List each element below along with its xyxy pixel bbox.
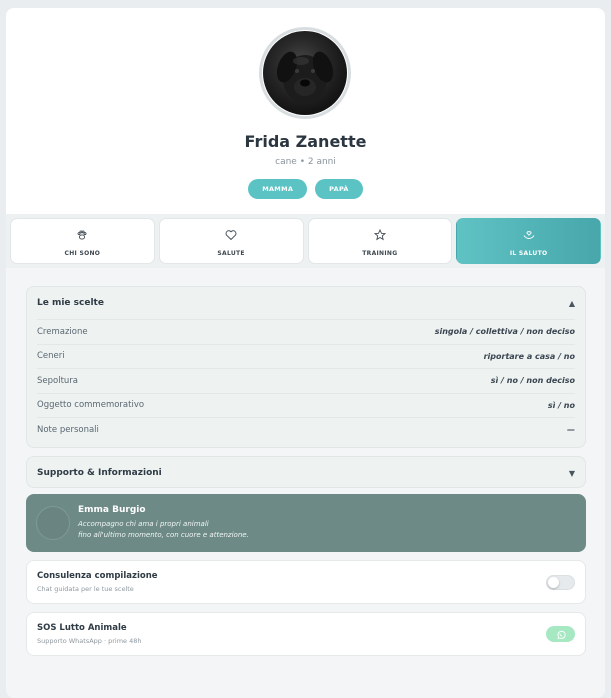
section-title: Le mie scelte [37,298,104,308]
choices-list: Cremazione singola / collettiva / non de… [27,319,585,442]
tab-training[interactable]: TRAINING [307,218,453,264]
consulting-title: Consulenza compilazione [37,571,158,581]
choice-row-cremazione[interactable]: Cremazione singola / collettiva / non de… [37,319,575,344]
consulting-text: Consulenza compilazione Chat guidata per… [37,571,158,593]
tab-label: TRAINING [362,249,398,257]
pet-name: Frida Zanette [244,132,367,151]
tab-label: SALUTE [217,249,245,257]
tab-label: CHI SONO [64,249,101,257]
operator-desc-line2: fino all'ultimo momento, con cuore e att… [78,531,249,539]
row-value: singola / collettiva / non deciso [434,327,575,337]
operator-name: Emma Burgio [78,505,146,515]
sos-card: SOS Lutto Animale Supporto WhatsApp · pr… [26,612,586,656]
tab-il-saluto[interactable]: IL SALUTO [456,218,601,264]
section-title: Supporto & Informazioni [37,468,162,478]
choice-row-note[interactable]: Note personali — [37,417,575,442]
pet-subtitle: cane • 2 anni [275,157,336,167]
choice-row-sepoltura[interactable]: Sepoltura sì / no / non deciso [37,368,575,393]
sos-text: SOS Lutto Animale Supporto WhatsApp · pr… [37,623,142,645]
choice-row-oggetto[interactable]: Oggetto commemorativo sì / no [37,392,575,418]
expand-caret-icon[interactable]: ▼ [569,469,575,478]
choices-section: Le mie scelte ▲ Cremazione singola / col… [26,286,586,448]
operator-desc-line1: Accompagno chi ama i propri animali [78,520,209,528]
row-value: riportare a casa / no [483,351,575,361]
tab-bar: CHI SONO SALUTE TRAINING IL SALUTO [6,214,605,268]
collapse-caret-icon[interactable]: ▲ [569,299,575,308]
star-icon [373,226,386,245]
sos-subtitle: Supporto WhatsApp · prime 48h [37,637,142,645]
whatsapp-icon [556,625,566,644]
row-label: Oggetto commemorativo [37,400,145,411]
hands-heart-icon [523,226,535,245]
operator-avatar [36,506,70,540]
tab-salute[interactable]: SALUTE [158,218,304,264]
choice-row-ceneri[interactable]: Ceneri riportare a casa / no [37,343,575,369]
row-value: — [567,425,575,435]
consulting-toggle[interactable] [546,574,575,590]
paw-icon [76,226,88,245]
whatsapp-button[interactable] [546,626,575,642]
choices-header[interactable]: Le mie scelte ▲ [27,287,585,319]
row-label: Cremazione [37,326,88,337]
row-label: Note personali [37,424,99,435]
support-header[interactable]: Supporto & Informazioni ▼ [27,457,585,489]
row-label: Ceneri [37,351,65,362]
row-value: sì / no / non deciso [490,376,575,386]
page: Frida Zanette cane • 2 anni MAMMA PAPÀ C… [6,8,605,698]
tab-label: IL SALUTO [509,249,548,257]
pet-avatar[interactable] [259,27,351,119]
tab-chi-sono[interactable]: CHI SONO [10,218,155,264]
row-label: Sepoltura [37,375,79,386]
operator-info: Emma Burgio Accompagno chi ama i propri … [78,505,249,541]
dog-photo [263,31,347,115]
chip-mamma[interactable]: MAMMA [248,179,308,199]
chip-papa[interactable]: PAPÀ [315,179,363,199]
sos-title: SOS Lutto Animale [37,623,127,633]
consulting-card: Consulenza compilazione Chat guidata per… [26,560,586,604]
operator-profile-card: Emma Burgio Accompagno chi ama i propri … [26,494,586,552]
toggle-knob [548,576,559,588]
owner-chips: MAMMA PAPÀ [6,179,605,199]
row-value: sì / no [547,400,575,410]
pet-header: Frida Zanette cane • 2 anni MAMMA PAPÀ [6,8,605,214]
heart-icon [225,226,237,245]
support-section[interactable]: Supporto & Informazioni ▼ [26,456,586,488]
consulting-subtitle: Chat guidata per le tue scelte [37,585,134,593]
